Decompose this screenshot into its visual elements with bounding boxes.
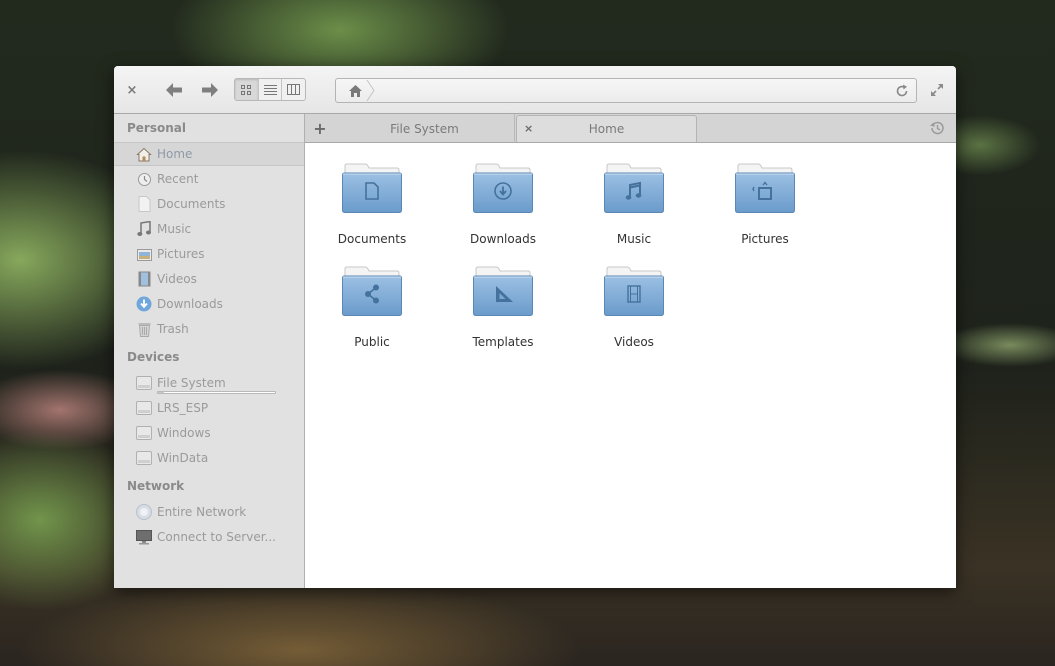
expand-icon bbox=[931, 84, 943, 96]
sidebar-item-videos[interactable]: Videos bbox=[114, 267, 304, 291]
trash-icon bbox=[136, 321, 152, 337]
sidebar-item-downloads[interactable]: Downloads bbox=[114, 292, 304, 316]
fullscreen-button[interactable] bbox=[926, 80, 948, 100]
pictures-icon bbox=[136, 246, 152, 262]
disk-usage-bar bbox=[157, 391, 276, 394]
folder-share-icon bbox=[342, 266, 402, 316]
closed-tabs-history-button[interactable] bbox=[928, 119, 946, 137]
server-icon bbox=[136, 529, 152, 545]
drive-icon bbox=[136, 450, 152, 466]
music-icon bbox=[136, 221, 152, 237]
home-icon bbox=[348, 84, 362, 97]
tab-home[interactable]: × Home bbox=[516, 115, 697, 142]
columns-icon bbox=[287, 84, 301, 95]
folder-template-icon bbox=[473, 266, 533, 316]
folder-label: Templates bbox=[472, 335, 534, 349]
folder-templates[interactable]: Templates bbox=[453, 266, 553, 356]
file-view: Documents Downloads Music Pictures Public Tem… bbox=[306, 143, 956, 588]
tab-bar: + File System × Home bbox=[305, 114, 956, 143]
sidebar-item-home[interactable]: Home bbox=[114, 142, 304, 166]
reload-icon bbox=[896, 84, 908, 97]
network-icon bbox=[136, 504, 152, 520]
recent-icon bbox=[136, 171, 152, 187]
folder-label: Downloads bbox=[470, 232, 536, 246]
column-view-button[interactable] bbox=[282, 79, 305, 100]
sidebar-header-devices: Devices bbox=[127, 350, 180, 364]
icon-view-button[interactable] bbox=[235, 79, 259, 100]
folder-documents[interactable]: Documents bbox=[322, 163, 422, 253]
sidebar: Personal Home Recent Documents Music Pic… bbox=[114, 114, 305, 588]
folder-document-icon bbox=[342, 163, 402, 213]
reload-button[interactable] bbox=[892, 81, 912, 101]
downloads-icon bbox=[136, 296, 152, 312]
sidebar-item-trash[interactable]: Trash bbox=[114, 317, 304, 341]
sidebar-item-entire-network[interactable]: Entire Network bbox=[114, 500, 304, 524]
list-icon bbox=[263, 85, 277, 95]
folder-video-icon bbox=[604, 266, 664, 316]
forward-button[interactable] bbox=[198, 78, 222, 102]
document-icon bbox=[136, 196, 152, 212]
folder-label: Pictures bbox=[741, 232, 789, 246]
sidebar-item-recent[interactable]: Recent bbox=[114, 167, 304, 191]
back-button[interactable] bbox=[162, 78, 186, 102]
sidebar-header-network: Network bbox=[127, 479, 185, 493]
list-view-button[interactable] bbox=[259, 79, 283, 100]
view-mode-switcher bbox=[234, 78, 306, 101]
folder-label: Music bbox=[616, 232, 652, 246]
location-bar[interactable] bbox=[335, 78, 917, 103]
new-tab-button[interactable]: + bbox=[311, 119, 329, 138]
home-icon bbox=[136, 146, 152, 162]
close-tab-icon[interactable]: × bbox=[524, 122, 533, 135]
folder-public[interactable]: Public bbox=[322, 266, 422, 356]
sidebar-item-lrs-esp[interactable]: LRS_ESP bbox=[114, 396, 304, 420]
arrow-left-icon bbox=[166, 83, 182, 97]
history-icon bbox=[930, 121, 944, 135]
sidebar-item-connect-to-server[interactable]: Connect to Server... bbox=[114, 525, 304, 549]
arrow-right-icon bbox=[202, 83, 218, 97]
file-manager-window: × Personal Home Recent Documents Music P… bbox=[114, 66, 956, 588]
videos-icon bbox=[136, 271, 152, 287]
sidebar-item-file-system[interactable]: File System bbox=[114, 371, 304, 395]
toolbar: × bbox=[114, 66, 956, 114]
sidebar-item-windows[interactable]: Windows bbox=[114, 421, 304, 445]
folder-music-icon bbox=[604, 163, 664, 213]
path-separator-icon bbox=[366, 79, 375, 102]
folder-download-icon bbox=[473, 163, 533, 213]
folder-downloads[interactable]: Downloads bbox=[453, 163, 553, 253]
sidebar-item-pictures[interactable]: Pictures bbox=[114, 242, 304, 266]
sidebar-item-music[interactable]: Music bbox=[114, 217, 304, 241]
sidebar-item-windata[interactable]: WinData bbox=[114, 446, 304, 470]
tab-label: Home bbox=[588, 122, 625, 136]
sidebar-item-documents[interactable]: Documents bbox=[114, 192, 304, 216]
folder-label: Documents bbox=[337, 232, 407, 246]
folder-picture-icon bbox=[735, 163, 795, 213]
folder-videos[interactable]: Videos bbox=[584, 266, 684, 356]
close-window-button[interactable]: × bbox=[122, 80, 142, 100]
sidebar-header-personal: Personal bbox=[127, 121, 186, 135]
grid-icon bbox=[241, 84, 252, 95]
drive-icon bbox=[136, 425, 152, 441]
folder-label: Public bbox=[354, 335, 390, 349]
folder-pictures[interactable]: Pictures bbox=[715, 163, 815, 253]
folder-label: Videos bbox=[614, 335, 654, 349]
drive-icon bbox=[136, 375, 152, 391]
tab-file-system[interactable]: File System bbox=[335, 114, 515, 143]
disk-usage-fill bbox=[158, 392, 164, 393]
drive-icon bbox=[136, 400, 152, 416]
folder-music[interactable]: Music bbox=[584, 163, 684, 253]
tab-label: File System bbox=[390, 121, 459, 136]
